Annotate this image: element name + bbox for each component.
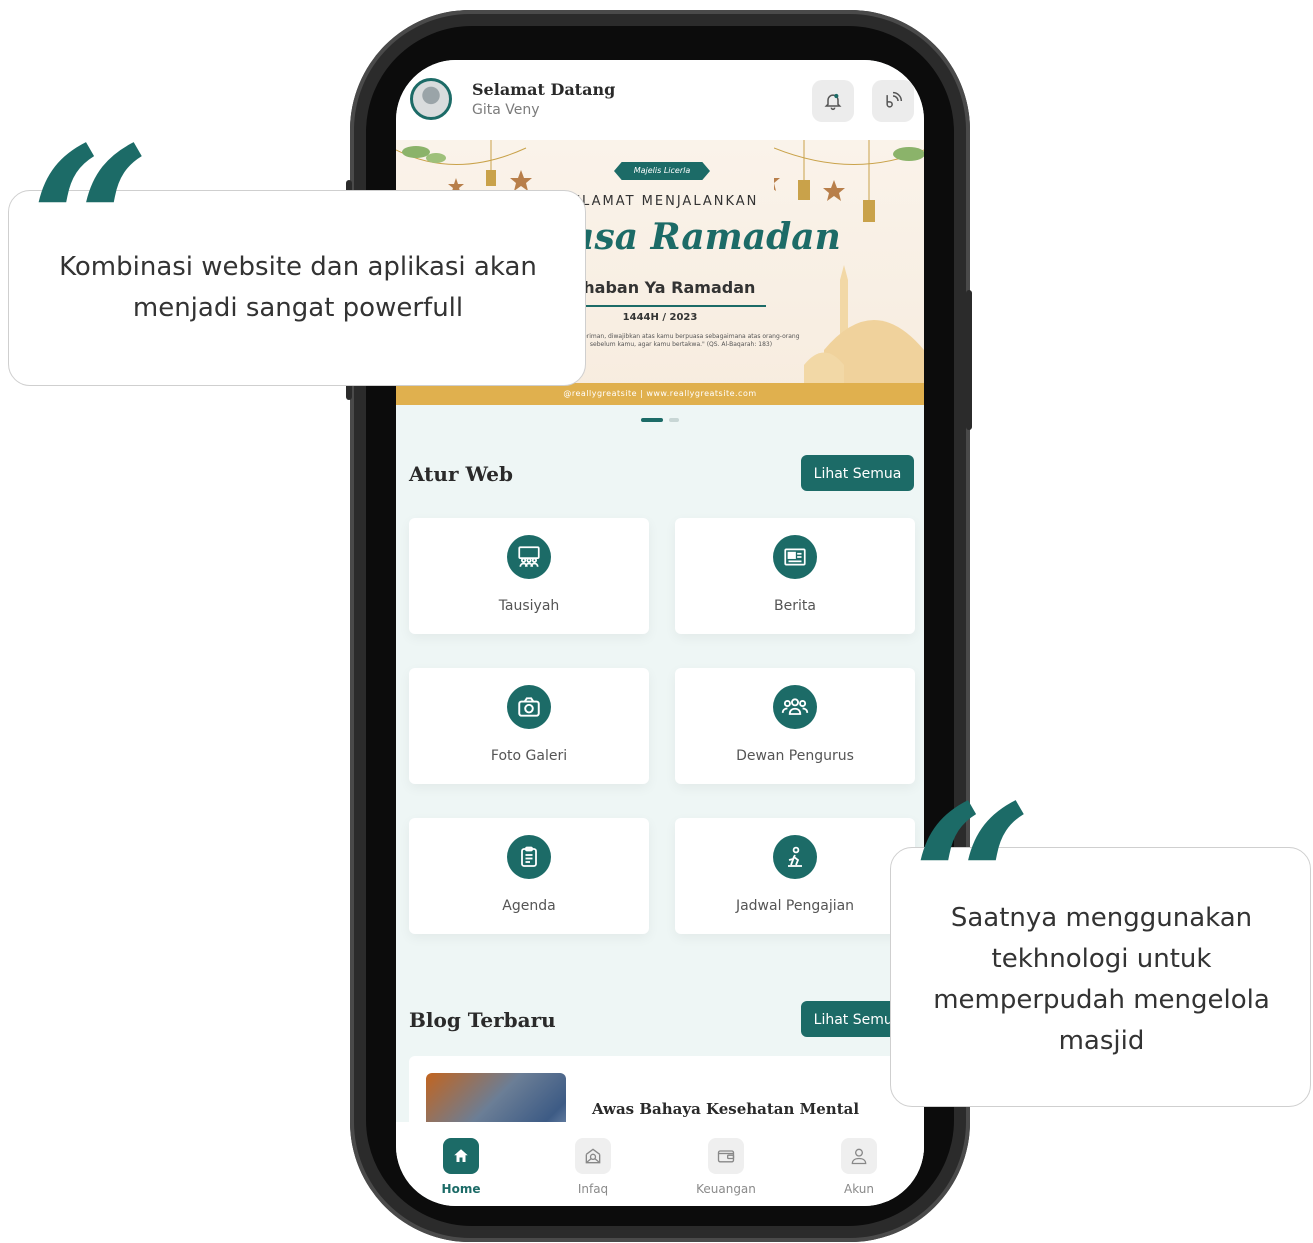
carousel-indicator (396, 418, 924, 422)
app-header: Selamat Datang Gita Veny (396, 60, 924, 140)
user-name: Gita Veny (472, 102, 540, 118)
home-icon (443, 1138, 479, 1174)
carousel-dot-1[interactable] (641, 418, 663, 422)
banner-footer: @reallygreatsite | www.reallygreatsite.c… (396, 383, 924, 405)
menu-card-foto-galeri[interactable]: Foto Galeri (409, 668, 649, 784)
reading-person-icon (773, 835, 817, 879)
banner-badge: Majelis Licerla (614, 162, 710, 180)
section-title-atur-web: Atur Web (409, 462, 513, 486)
clipboard-icon (507, 835, 551, 879)
camera-icon (507, 685, 551, 729)
newspaper-icon (773, 535, 817, 579)
menu-card-tausiyah[interactable]: Tausiyah (409, 518, 649, 634)
tab-label: Infaq (577, 1182, 609, 1196)
tab-keuangan[interactable]: Keuangan (686, 1122, 766, 1196)
broadcast-icon (886, 91, 903, 108)
atur-web-see-all-button[interactable]: Lihat Semua (801, 455, 914, 491)
tab-akun[interactable]: Akun (819, 1122, 899, 1196)
section-title-blog: Blog Terbaru (409, 1008, 556, 1032)
menu-card-agenda[interactable]: Agenda (409, 818, 649, 934)
banner-verse: yang beriman, diwajibkan atas kamu berpu… (562, 333, 800, 348)
menu-card-label: Berita (774, 598, 816, 614)
carousel-dot-2[interactable] (669, 418, 679, 422)
notification-button[interactable] (812, 80, 854, 122)
phone-power-button (966, 290, 972, 430)
menu-card-dewan-pengurus[interactable]: Dewan Pengurus (675, 668, 915, 784)
quote-mark-icon: “ (912, 759, 1033, 1006)
user-icon (841, 1138, 877, 1174)
menu-card-berita[interactable]: Berita (675, 518, 915, 634)
avatar[interactable] (410, 78, 452, 120)
tab-infaq[interactable]: Infaq (553, 1122, 633, 1196)
tab-label: Keuangan (696, 1182, 756, 1196)
greeting-title: Selamat Datang (472, 80, 616, 99)
bell-icon (824, 93, 842, 111)
blog-post-title: Awas Bahaya Kesehatan Mental (592, 1100, 860, 1118)
group-icon (773, 685, 817, 729)
menu-card-label: Tausiyah (498, 598, 560, 614)
banner-divider (564, 305, 766, 307)
donation-icon (575, 1138, 611, 1174)
menu-card-jadwal-pengajian[interactable]: Jadwal Pengajian (675, 818, 915, 934)
broadcast-button[interactable] (872, 80, 914, 122)
bottom-tab-bar: Home Infaq Keuangan Akun (396, 1122, 924, 1206)
menu-card-label: Dewan Pengurus (736, 748, 854, 764)
mosque-icon (804, 265, 924, 390)
tab-label: Home (441, 1182, 481, 1196)
wallet-icon (708, 1138, 744, 1174)
menu-card-label: Agenda (502, 898, 556, 914)
menu-card-label: Jadwal Pengajian (735, 898, 855, 914)
quote-mark-icon: “ (30, 101, 151, 348)
tab-label: Akun (844, 1182, 874, 1196)
tab-home[interactable]: Home (421, 1122, 501, 1196)
menu-card-label: Foto Galeri (490, 748, 568, 764)
audience-icon (507, 535, 551, 579)
